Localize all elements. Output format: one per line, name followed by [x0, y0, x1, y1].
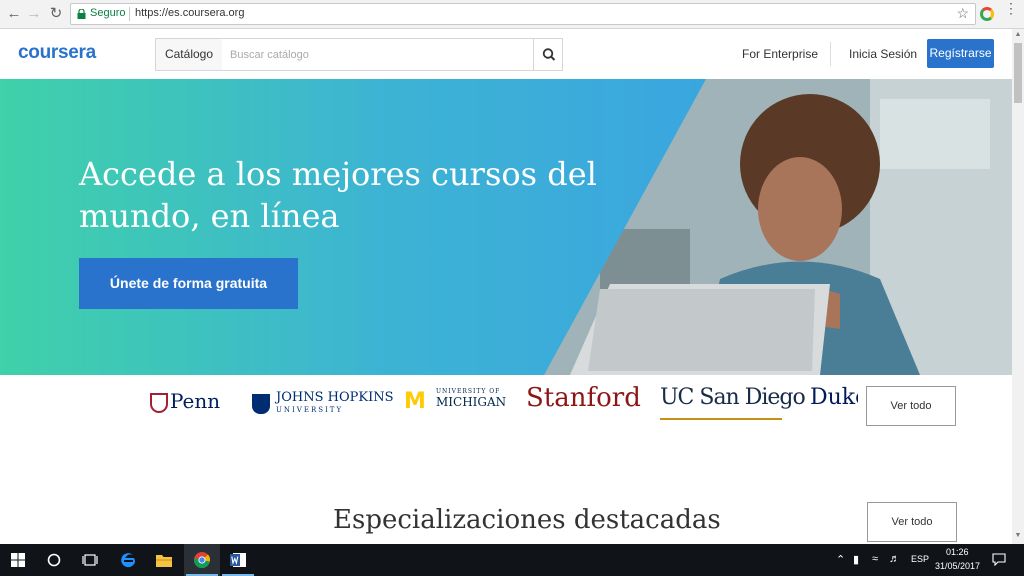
- partner-logos: Penn JOHNS HOPKINS UNIVERSITY M UNIVERSI…: [0, 375, 1012, 441]
- join-free-button[interactable]: Únete de forma gratuita: [79, 258, 298, 309]
- menu-dots-icon[interactable]: ⋮: [1004, 1, 1018, 15]
- scroll-down-icon[interactable]: ▼: [1012, 532, 1024, 542]
- windows-taskbar: ⌃ ▮ ≈ ♬ ESP 01:26 31/05/2017: [0, 544, 1024, 576]
- login-link[interactable]: Inicia Sesión: [849, 47, 917, 61]
- stanford-logo[interactable]: Stanford: [526, 383, 641, 413]
- battery-icon[interactable]: ▮: [853, 553, 859, 566]
- secure-label: Seguro: [90, 7, 126, 19]
- screen: ← → ↻ Seguro https://es.coursera.org ☆ ⋮…: [0, 0, 1024, 576]
- michigan-university-of: UNIVERSITY OF: [436, 388, 501, 395]
- catalog-button[interactable]: Catálogo: [155, 38, 223, 71]
- folder-icon: [156, 555, 172, 567]
- clock-date[interactable]: 31/05/2017: [935, 561, 980, 571]
- hero-title: Accede a los mejores cursos del mundo, e…: [79, 155, 597, 235]
- windows-logo-icon: [11, 553, 25, 567]
- see-all-specializations-button[interactable]: Ver todo: [867, 502, 957, 542]
- address-bar[interactable]: Seguro https://es.coursera.org ☆: [70, 3, 976, 25]
- clock-time[interactable]: 01:26: [946, 547, 969, 557]
- michigan-name: MICHIGAN: [436, 395, 507, 409]
- chrome-taskbar-button[interactable]: [184, 544, 220, 576]
- cortana-button[interactable]: [36, 544, 72, 576]
- ucsd-underline: [660, 418, 782, 420]
- wifi-icon[interactable]: ≈: [872, 553, 878, 565]
- extension-icon[interactable]: [980, 7, 994, 21]
- penn-shield-icon: [150, 393, 168, 413]
- hero-banner: Accede a los mejores cursos del mundo, e…: [0, 79, 1012, 375]
- jhu-name: JOHNS HOPKINS: [276, 390, 394, 405]
- language-indicator[interactable]: ESP: [911, 554, 929, 564]
- reload-icon[interactable]: ↻: [46, 4, 66, 24]
- file-explorer-button[interactable]: [146, 544, 182, 576]
- search-icon: [542, 48, 556, 61]
- word-icon: [230, 553, 246, 567]
- jhu-subtitle: UNIVERSITY: [276, 406, 344, 414]
- task-view-icon: [82, 554, 98, 566]
- coursera-logo[interactable]: coursera: [18, 42, 96, 64]
- see-all-partners-button[interactable]: Ver todo: [866, 386, 956, 426]
- penn-name: Penn: [170, 389, 221, 413]
- back-icon[interactable]: ←: [4, 4, 24, 24]
- search-input[interactable]: [222, 38, 534, 71]
- edge-icon: [121, 553, 135, 568]
- michigan-m-icon: M: [404, 389, 426, 414]
- search-button[interactable]: [533, 38, 563, 71]
- uc-san-diego-logo[interactable]: UC San Diego: [660, 385, 806, 415]
- for-enterprise-link[interactable]: For Enterprise: [742, 47, 818, 61]
- header-divider: [830, 42, 831, 66]
- jhu-shield-icon: [252, 394, 270, 414]
- forward-icon[interactable]: →: [24, 4, 44, 24]
- bookmark-star-icon[interactable]: ☆: [956, 5, 969, 22]
- site-header: coursera Catálogo For Enterprise Inicia …: [0, 29, 1012, 79]
- scroll-up-icon[interactable]: ▲: [1012, 31, 1024, 41]
- word-taskbar-button[interactable]: [220, 544, 256, 576]
- browser-toolbar: ← → ↻ Seguro https://es.coursera.org ☆ ⋮: [0, 0, 1024, 29]
- lock-icon: [77, 9, 86, 19]
- scroll-thumb[interactable]: [1014, 43, 1022, 103]
- volume-icon[interactable]: ♬: [889, 553, 900, 565]
- cortana-circle-icon: [47, 553, 61, 567]
- url-text[interactable]: https://es.coursera.org: [135, 7, 244, 19]
- show-hidden-icons-icon[interactable]: ⌃: [836, 553, 845, 566]
- url-separator: [129, 7, 130, 21]
- duke-logo[interactable]: Duke: [810, 385, 858, 415]
- register-button[interactable]: Regístrarse: [927, 39, 994, 68]
- page-scrollbar[interactable]: ▲ ▼: [1012, 29, 1024, 544]
- edge-taskbar-button[interactable]: [110, 544, 146, 576]
- specializations-title: Especializaciones destacadas: [333, 505, 721, 535]
- action-center-icon[interactable]: [992, 553, 1006, 566]
- start-button[interactable]: [0, 544, 36, 576]
- chrome-icon: [194, 552, 210, 569]
- task-view-button[interactable]: [72, 544, 108, 576]
